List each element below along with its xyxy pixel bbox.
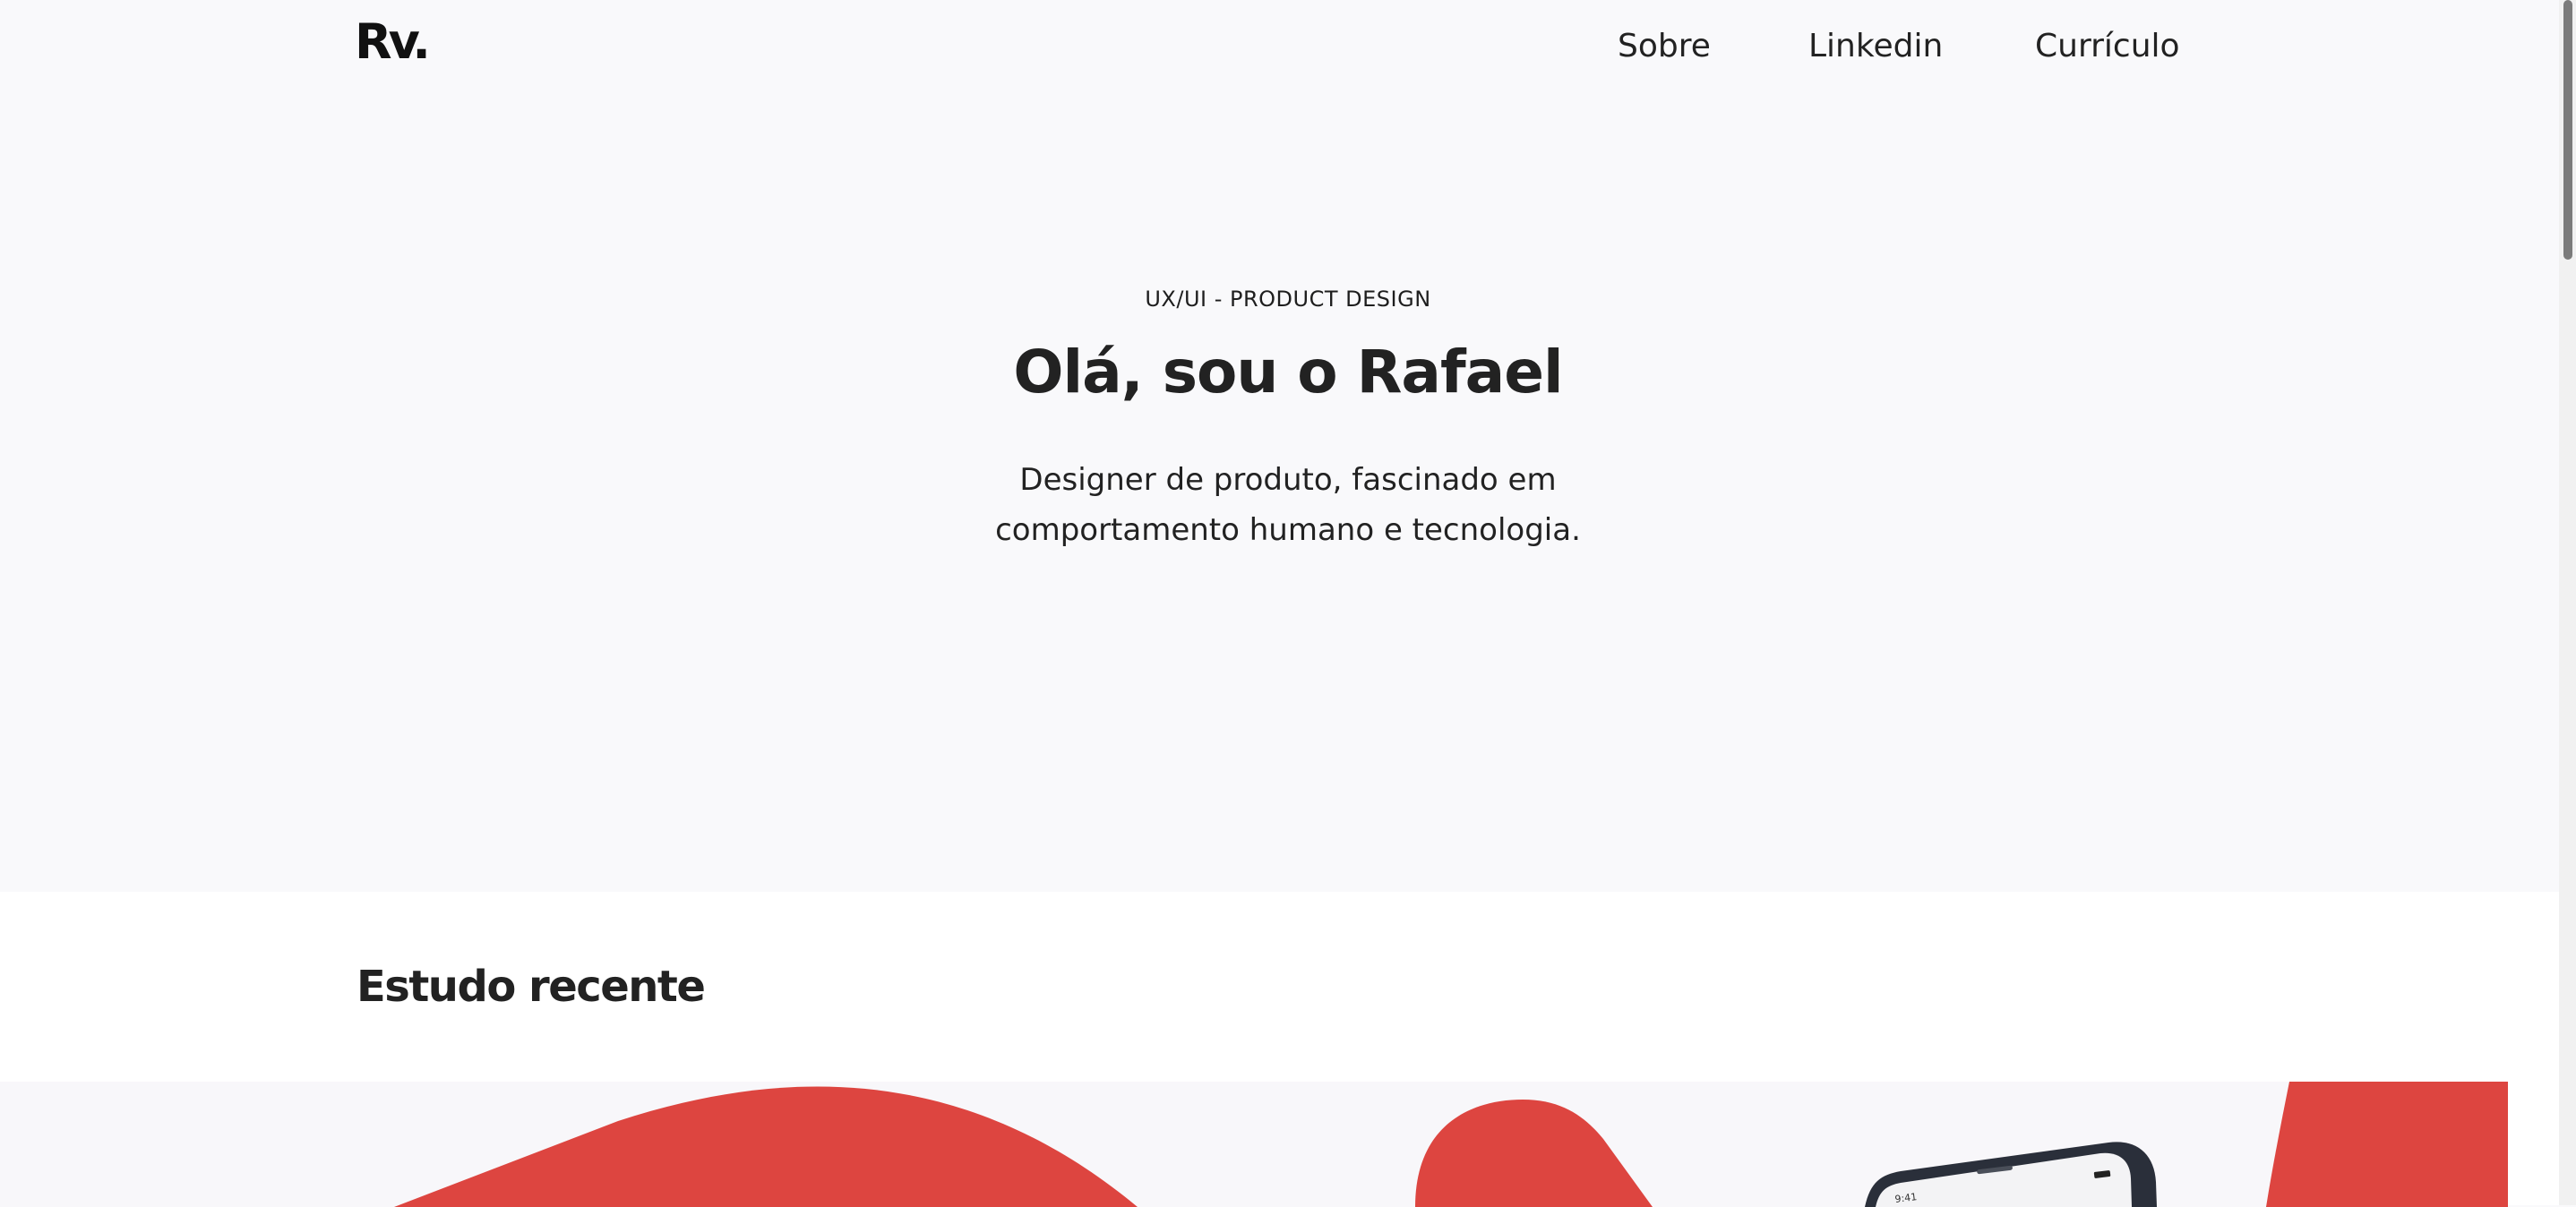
site-header: Rv. Sobre Linkedin Currículo (0, 0, 2559, 98)
page-scrollbar[interactable] (2559, 0, 2576, 1205)
section-title: Estudo recente (356, 962, 706, 1012)
red-wave-shape (394, 1086, 1138, 1207)
scrollbar-thumb[interactable] (2563, 0, 2572, 260)
nav-link-curriculo[interactable]: Currículo (2035, 25, 2180, 68)
hero-title: Olá, sou o Rafael (1013, 338, 1563, 407)
recent-study-card[interactable]: 9:41 (0, 1082, 2508, 1207)
recent-study-section: Estudo recente 9:41 (0, 892, 2559, 1207)
hero-description-line-2: comportamento humano e tecnologia. (995, 512, 1581, 548)
hero-description: Designer de produto, fascinado em compor… (975, 455, 1601, 555)
hero-eyebrow: UX/UI - PRODUCT DESIGN (1145, 287, 1431, 312)
hero-section: UX/UI - PRODUCT DESIGN Olá, sou o Rafael… (0, 0, 2559, 892)
logo[interactable]: Rv. (355, 18, 431, 66)
red-blob-shape (1415, 1100, 1653, 1207)
nav-link-sobre[interactable]: Sobre (1618, 25, 1711, 68)
hero-description-line-1: Designer de produto, fascinado em (1019, 462, 1557, 498)
red-arc-shape (2266, 1082, 2508, 1207)
card-illustration: 9:41 (394, 1082, 2508, 1207)
phone-mockup: 9:41 (1865, 1142, 2157, 1207)
nav-link-linkedin[interactable]: Linkedin (1808, 25, 1943, 68)
